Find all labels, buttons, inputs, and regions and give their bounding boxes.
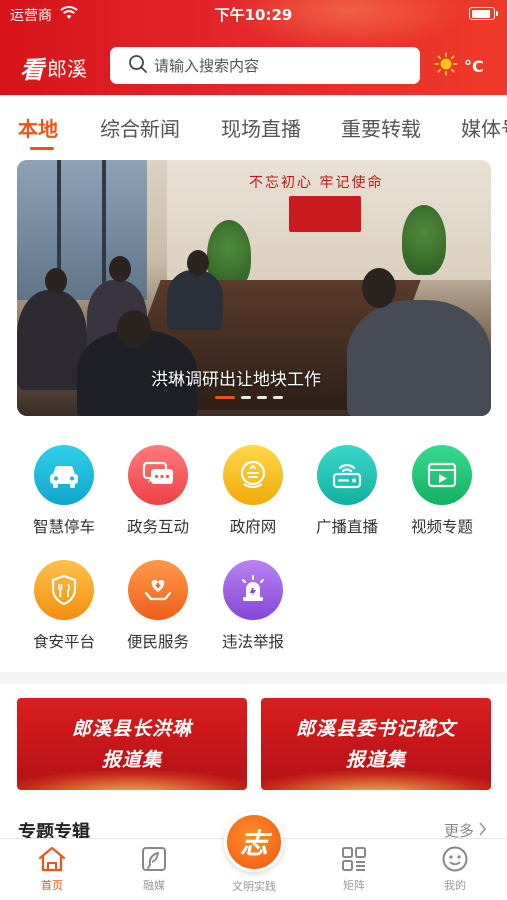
category-tabs: 本地 综合新闻 现场直播 重要转载 媒体号 — [0, 95, 507, 153]
nav-profile[interactable]: 我的 — [415, 839, 495, 893]
service-label: 政务互动 — [126, 518, 189, 536]
media-icon — [114, 839, 194, 873]
service-label: 食安平台 — [32, 633, 95, 651]
tab-active-indicator — [30, 147, 54, 150]
search-icon — [128, 54, 148, 78]
home-icon — [12, 839, 92, 873]
video-icon — [412, 445, 472, 505]
sun-icon — [434, 52, 458, 80]
search-bar[interactable]: 请输入搜索内容 — [110, 47, 420, 84]
section-divider — [0, 672, 507, 684]
app-logo[interactable]: 看 郎溪 — [20, 50, 87, 85]
chevron-right-icon — [478, 821, 487, 840]
banner-photo-plant — [402, 205, 446, 275]
service-label: 智慧停车 — [32, 518, 95, 536]
report-card-county-head[interactable]: 郎溪县长洪琳 报道集 — [17, 698, 247, 790]
logo-name: 郎溪 — [47, 57, 87, 81]
nav-label: 文明实践 — [232, 880, 276, 893]
emblem-icon — [223, 445, 283, 505]
banner-photo-person — [347, 300, 491, 416]
matrix-icon — [314, 839, 394, 873]
card-glow — [17, 770, 247, 790]
banner-caption: 洪琳调研出让地块工作 — [151, 370, 321, 390]
temperature-unit: °C — [464, 56, 484, 76]
nav-home[interactable]: 首页 — [12, 839, 92, 893]
car-icon — [34, 445, 94, 505]
service-label: 广播直播 — [315, 518, 378, 536]
alarm-icon — [223, 560, 283, 620]
tab-media[interactable]: 媒体号 — [461, 113, 507, 142]
carousel-dot[interactable] — [273, 396, 283, 399]
status-bar: 运营商 下午10:29 — [0, 0, 507, 28]
service-label: 政府网 — [229, 518, 277, 536]
report-card-party-secretary[interactable]: 郎溪县委书记嵇文 报道集 — [261, 698, 491, 790]
service-smart-parking[interactable]: 智慧停车 — [17, 445, 111, 537]
banner-photo-head — [45, 268, 67, 294]
tab-general-news[interactable]: 综合新闻 — [100, 113, 180, 142]
banner-photo-person — [167, 270, 223, 330]
status-time: 下午10:29 — [214, 6, 293, 24]
weather-widget[interactable]: °C — [434, 52, 484, 80]
banner-photo-head — [117, 310, 151, 348]
carousel-dot[interactable] — [215, 396, 235, 399]
nav-civilization-practice-button[interactable]: 志 — [224, 812, 284, 872]
banner-photo-head — [109, 256, 131, 282]
card-glow — [261, 770, 491, 790]
service-broadcast-live[interactable]: 广播直播 — [300, 445, 394, 537]
service-label: 违法举报 — [221, 633, 284, 651]
food-safety-icon — [34, 560, 94, 620]
carousel-dot[interactable] — [257, 396, 267, 399]
nav-media[interactable]: 融媒 — [114, 839, 194, 893]
profile-icon — [415, 839, 495, 873]
banner-photo-head — [187, 250, 209, 276]
heart-hand-icon — [128, 560, 188, 620]
chat-icon — [128, 445, 188, 505]
service-gov-website[interactable]: 政府网 — [206, 445, 300, 537]
banner-wall-slogan: 不忘初心 牢记使命 — [249, 175, 384, 191]
banner-photo-head — [362, 268, 396, 308]
carousel-dot[interactable] — [241, 396, 251, 399]
tab-local[interactable]: 本地 — [18, 113, 58, 142]
radio-icon — [317, 445, 377, 505]
search-placeholder: 请输入搜索内容 — [154, 57, 260, 75]
tab-live[interactable]: 现场直播 — [221, 113, 301, 142]
carousel-pagination — [215, 396, 283, 399]
logo-mark: 看 — [20, 55, 44, 84]
tab-reprints[interactable]: 重要转载 — [341, 113, 421, 142]
service-food-safety[interactable]: 食安平台 — [17, 560, 111, 652]
service-public-services[interactable]: 便民服务 — [111, 560, 205, 652]
nav-matrix[interactable]: 矩阵 — [314, 839, 394, 893]
volunteer-icon: 志 — [239, 827, 268, 860]
service-video-topics[interactable]: 视频专题 — [395, 445, 489, 537]
report-card-subtitle: 报道集 — [345, 749, 406, 771]
report-card-title: 郎溪县长洪琳 — [71, 718, 192, 740]
nav-label: 融媒 — [143, 879, 165, 892]
banner-photo-flag — [289, 196, 361, 232]
nav-label: 首页 — [41, 879, 63, 892]
report-card-subtitle: 报道集 — [101, 749, 162, 771]
banner-photo-window — [17, 160, 147, 300]
app-header: 运营商 下午10:29 看 郎溪 请输入搜索内容 °C — [0, 0, 507, 95]
nav-label: 矩阵 — [343, 879, 365, 892]
news-carousel[interactable]: 不忘初心 牢记使命 洪琳调研出让地块工作 — [17, 160, 491, 416]
battery-level — [471, 9, 490, 18]
service-label: 便民服务 — [126, 633, 189, 651]
report-card-title: 郎溪县委书记嵇文 — [295, 718, 456, 740]
service-gov-interaction[interactable]: 政务互动 — [111, 445, 205, 537]
service-label: 视频专题 — [410, 518, 473, 536]
battery-icon — [469, 7, 498, 20]
nav-label: 我的 — [444, 879, 466, 892]
service-report-violation[interactable]: 违法举报 — [206, 560, 300, 652]
